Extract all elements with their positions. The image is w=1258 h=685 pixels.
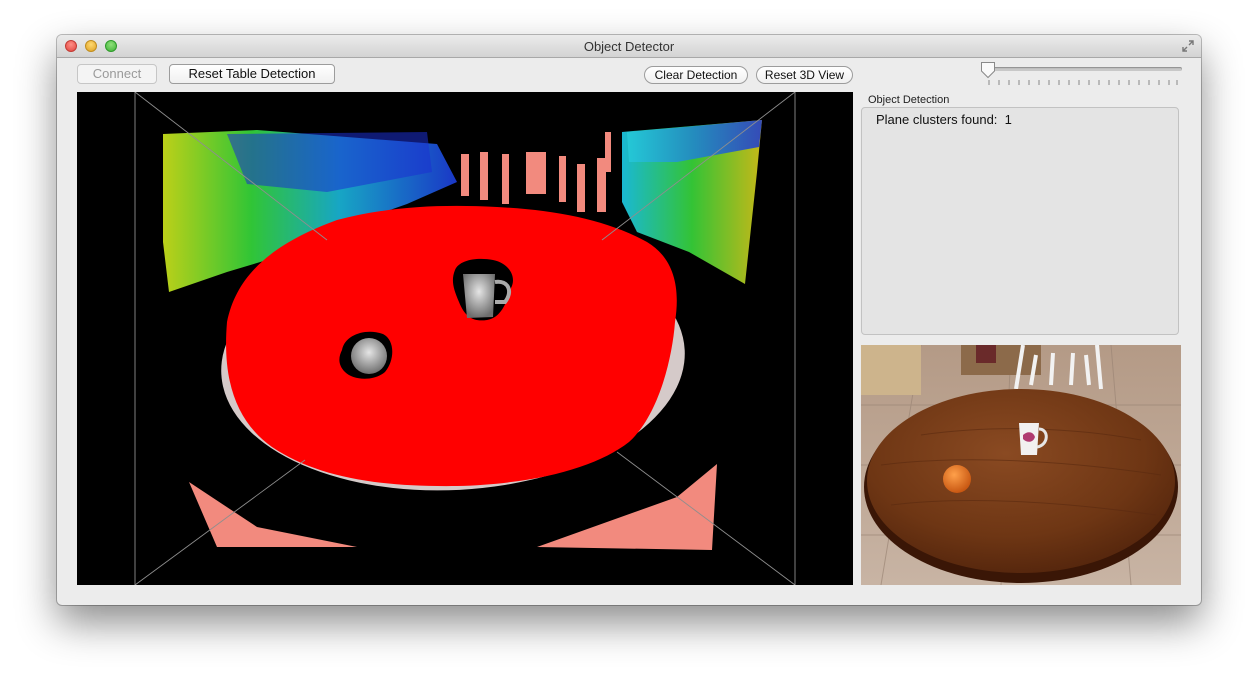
camera-image: [861, 345, 1181, 585]
plane-clusters-status: Plane clusters found: 1: [876, 112, 1012, 127]
slider-thumb-icon[interactable]: [980, 61, 996, 79]
floor-left-points: [189, 482, 357, 547]
table-plane: [226, 205, 677, 487]
title-bar: Object Detector: [57, 35, 1201, 58]
window-title: Object Detector: [583, 39, 675, 54]
connect-button[interactable]: Connect: [77, 64, 157, 84]
zoom-slider[interactable]: [980, 61, 1182, 89]
camera-preview: [861, 345, 1181, 585]
mug-cluster: [463, 274, 495, 318]
object-detection-group-title: Object Detection: [868, 94, 950, 106]
point-cloud-render: [134, 92, 796, 585]
slider-ticks: [988, 80, 1178, 85]
app-window: Object Detector Connect Reset Table Dete…: [57, 35, 1201, 605]
orange-object: [943, 465, 971, 493]
object-detection-group: Plane clusters found: 1: [861, 107, 1179, 335]
slider-track[interactable]: [988, 67, 1182, 71]
chair-spindle-points: [461, 152, 606, 212]
chair-post-points: [605, 132, 611, 172]
fullscreen-icon[interactable]: [1181, 39, 1195, 53]
fruit-cluster: [351, 338, 387, 374]
reset-3d-view-button[interactable]: Reset 3D View: [756, 66, 853, 84]
clear-detection-button[interactable]: Clear Detection: [644, 66, 748, 84]
point-cloud-viewport[interactable]: [77, 92, 853, 585]
reset-table-detection-button[interactable]: Reset Table Detection: [169, 64, 335, 84]
